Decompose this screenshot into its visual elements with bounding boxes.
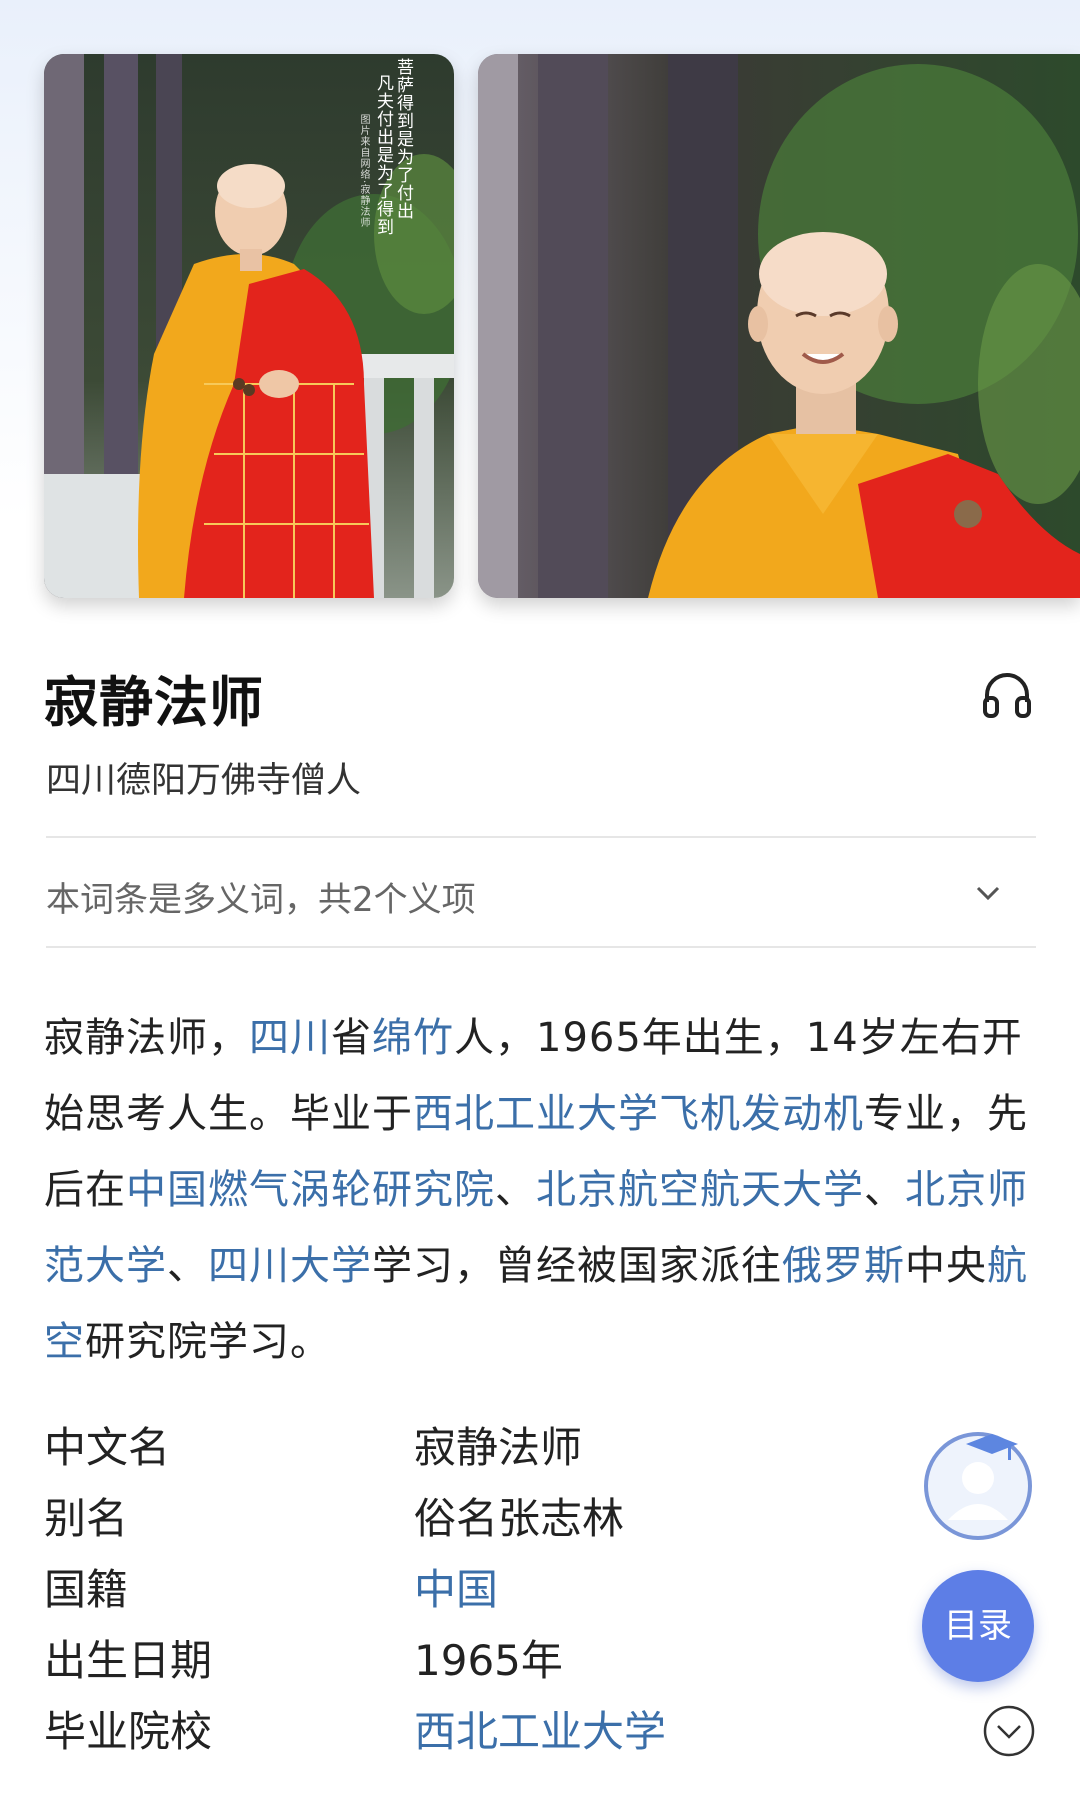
link-russia[interactable]: 俄罗斯 (782, 1243, 905, 1289)
entry-subtitle: 四川德阳万佛寺僧人 (46, 761, 362, 801)
divider-bottom (46, 946, 1036, 948)
summary-text: 、 (495, 1167, 536, 1213)
monk-photo-2-image (478, 54, 1080, 598)
summary-text: 学习，曾经被国家派往 (372, 1243, 782, 1289)
info-value: 1965年 (414, 1636, 563, 1685)
link-gas-turbine-institute[interactable]: 中国燃气涡轮研究院 (126, 1167, 495, 1213)
link-sichuan[interactable]: 四川 (249, 1015, 331, 1061)
info-value: 寂静法师 (414, 1423, 583, 1472)
info-label: 别名 (44, 1494, 129, 1543)
entry-title: 寂静法师 (44, 671, 264, 734)
link-scu[interactable]: 四川大学 (208, 1243, 372, 1289)
headphone-icon[interactable] (980, 668, 1034, 722)
summary-text: 中央 (905, 1243, 987, 1289)
summary-text: 研究院学习。 (85, 1319, 331, 1365)
divider-top (46, 836, 1036, 838)
summary-text: 省 (331, 1015, 372, 1061)
summary-text: 、 (167, 1243, 208, 1289)
info-value-link[interactable]: 中国 (414, 1556, 498, 1617)
monk-photo-1[interactable]: 菩萨得到是为了付出 凡夫付出是为了得到 图片来自网络·寂静法师 (44, 54, 454, 598)
link-mianzhu[interactable]: 绵竹 (372, 1015, 454, 1061)
monk-photo-2[interactable] (478, 54, 1080, 598)
photo-caption-line1: 菩萨得到是为了付出 (393, 58, 413, 220)
link-buaa[interactable]: 北京航空航天大学 (536, 1167, 864, 1213)
summary-text: 、 (864, 1167, 905, 1213)
info-label: 国籍 (44, 1565, 129, 1614)
polysemy-note[interactable]: 本词条是多义词，共2个义项 (46, 872, 476, 921)
info-label: 毕业院校 (44, 1707, 213, 1756)
photo-small-caption: 图片来自网络·寂静法师 (358, 114, 369, 229)
entry-summary: 寂静法师，四川省绵竹人，1965年出生，14岁左右开始思考人生。毕业于西北工业大… (44, 1000, 1034, 1380)
photo-caption-line2: 凡夫付出是为了得到 (373, 74, 393, 236)
summary-text: 寂静法师， (44, 1015, 249, 1061)
info-value: 俗名张志林 (414, 1494, 625, 1543)
info-label: 出生日期 (44, 1636, 213, 1685)
info-value-link[interactable]: 西北工业大学 (414, 1698, 666, 1759)
chevron-down-icon[interactable] (970, 875, 1006, 911)
info-label: 中文名 (44, 1423, 171, 1472)
chevron-down-circle-icon[interactable] (982, 1704, 1036, 1758)
link-npu-aeroengine[interactable]: 西北工业大学飞机发动机 (413, 1091, 864, 1137)
avatar-icon[interactable] (922, 1428, 1034, 1540)
toc-button[interactable]: 目录 (922, 1570, 1034, 1682)
